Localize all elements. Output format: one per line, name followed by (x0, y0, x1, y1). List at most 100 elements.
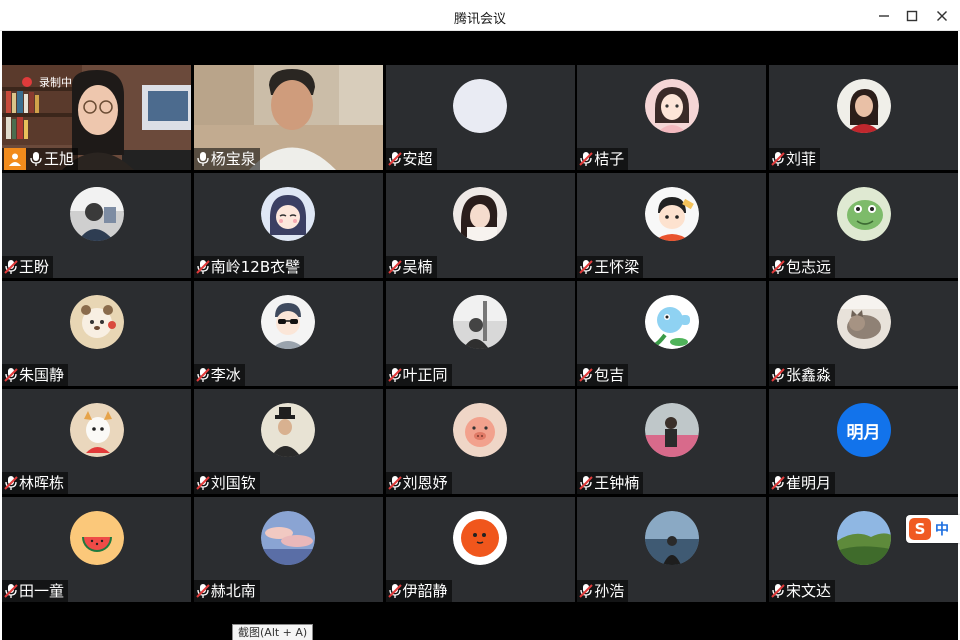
maximize-icon (906, 10, 918, 22)
avatar (261, 403, 316, 457)
participant-tile[interactable]: 杨宝泉 (193, 65, 383, 170)
participant-name-tag: 王怀梁 (577, 256, 644, 278)
ime-indicator[interactable]: S 中 (906, 515, 960, 543)
mic-muted-icon (579, 152, 593, 166)
record-dot-icon (22, 77, 32, 87)
participant-name: 王盼 (19, 258, 50, 276)
participant-tile[interactable]: 伊韶静 (385, 497, 575, 602)
participant-tile[interactable]: 安超 (385, 65, 575, 170)
participant-name: 林晖栋 (19, 474, 65, 492)
avatar (69, 511, 124, 565)
avatar (453, 187, 507, 241)
participant-tile[interactable]: 王盼 (2, 173, 191, 278)
avatar (261, 295, 316, 349)
maximize-button[interactable] (900, 5, 924, 27)
participant-tile[interactable]: 吴楠 (385, 173, 575, 278)
participant-tile[interactable]: 王怀梁 (577, 173, 767, 278)
participant-name-tag: 包吉 (577, 364, 629, 386)
mic-muted-icon (4, 476, 18, 490)
participant-name-tag: 王旭 (2, 148, 79, 170)
participant-name: 包志远 (786, 258, 832, 276)
mic-muted-icon (4, 260, 18, 274)
mic-muted-icon (4, 584, 18, 598)
participant-tile[interactable]: 赫北南 (193, 497, 383, 602)
participant-name-tag: 田一童 (2, 580, 69, 602)
participant-tile[interactable]: 录制中王旭 (2, 65, 191, 170)
participant-tile[interactable]: 刘国钦 (193, 389, 383, 494)
participant-tile[interactable]: 宋文达 (769, 497, 958, 602)
participant-tile[interactable]: 桔子 (577, 65, 767, 170)
close-icon (937, 11, 947, 21)
avatar (69, 403, 124, 457)
participant-name-tag: 李冰 (193, 364, 245, 386)
participant-name-tag: 王钟楠 (577, 472, 644, 494)
participant-tile[interactable]: 李冰 (193, 281, 383, 386)
participant-name: 桔子 (594, 150, 625, 168)
participant-name: 李冰 (210, 366, 241, 384)
mic-muted-icon (387, 476, 402, 490)
close-button[interactable] (930, 5, 954, 27)
participant-name: 刘国钦 (210, 474, 256, 492)
participant-tile[interactable]: 张鑫淼 (769, 281, 958, 386)
meeting-stage: 录制中 王旭 杨宝泉 安超 桔子 刘菲 王盼 南岭12B衣譬 吴楠 王怀梁 包志远 朱国静 李冰 叶正同包… (2, 31, 958, 640)
participant-name: 崔明月 (786, 474, 832, 492)
participant-name-tag: 宋文达 (769, 580, 836, 602)
mic-muted-icon (771, 260, 785, 274)
participant-name: 田一童 (19, 582, 65, 600)
participant-name-tag: 伊韶静 (385, 580, 452, 602)
participant-name: 宋文达 (786, 582, 832, 600)
participant-tile[interactable]: 田一童 (2, 497, 191, 602)
participant-name-tag: 刘国钦 (193, 472, 260, 494)
avatar (453, 295, 507, 349)
mic-muted-icon (771, 584, 785, 598)
participant-name: 王怀梁 (594, 258, 640, 276)
mic-muted-icon (771, 368, 785, 382)
sogou-logo-icon: S (909, 518, 931, 540)
participant-tile[interactable]: 孙浩 (577, 497, 767, 602)
participant-tile[interactable]: 明月崔明月 (769, 389, 958, 494)
participant-name-tag: 赫北南 (193, 580, 260, 602)
participant-tile[interactable]: 包吉 (577, 281, 767, 386)
participant-name-tag: 杨宝泉 (193, 148, 260, 170)
mic-muted-icon (387, 260, 402, 274)
participant-name: 张鑫淼 (786, 366, 832, 384)
avatar (69, 187, 124, 241)
participant-tile[interactable]: 刘恩妤 (385, 389, 575, 494)
participant-name-tag: 南岭12B衣譬 (193, 256, 305, 278)
participant-name: 赫北南 (210, 582, 256, 600)
mic-muted-icon (196, 584, 210, 598)
participant-name-tag: 崔明月 (769, 472, 836, 494)
participant-tile[interactable]: 叶正同 (385, 281, 575, 386)
participant-name: 王旭 (44, 150, 75, 168)
participant-tile[interactable]: 林晖栋 (2, 389, 191, 494)
avatar (644, 403, 699, 457)
avatar: 明月 (836, 403, 891, 457)
participant-name: 包吉 (594, 366, 625, 384)
participant-tile[interactable]: 包志远 (769, 173, 958, 278)
participant-tile[interactable]: 朱国静 (2, 281, 191, 386)
mic-muted-icon (4, 368, 18, 382)
participant-name-tag: 朱国静 (2, 364, 69, 386)
avatar (836, 187, 891, 241)
mic-muted-icon (387, 368, 402, 382)
avatar (836, 295, 891, 349)
avatar (453, 79, 507, 133)
mic-muted-icon (579, 368, 593, 382)
avatar (453, 403, 507, 457)
participant-tile[interactable]: 刘菲 (769, 65, 958, 170)
avatar (836, 511, 891, 565)
participant-name: 刘恩妤 (402, 474, 448, 492)
participant-name-tag: 桔子 (577, 148, 629, 170)
participant-name-tag: 刘菲 (769, 148, 821, 170)
avatar-text: 明月 (846, 422, 881, 443)
participant-name: 刘菲 (786, 150, 817, 168)
participant-name: 南岭12B衣譬 (210, 258, 301, 276)
participant-tile[interactable]: 南岭12B衣譬 (193, 173, 383, 278)
avatar (644, 79, 699, 133)
participant-name: 王钟楠 (594, 474, 640, 492)
participant-name-tag: 林晖栋 (2, 472, 69, 494)
mic-icon (197, 152, 209, 166)
participant-tile[interactable]: 王钟楠 (577, 389, 767, 494)
minimize-button[interactable] (872, 5, 896, 27)
recording-indicator: 录制中 (22, 74, 72, 90)
